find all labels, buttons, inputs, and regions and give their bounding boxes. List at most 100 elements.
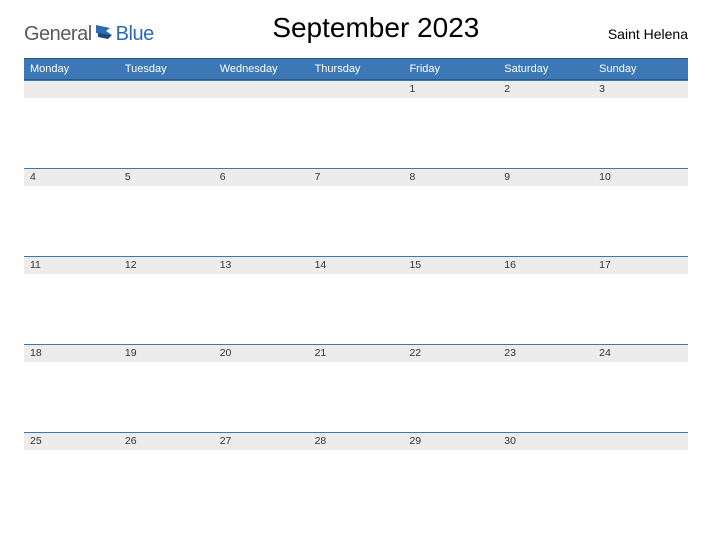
- day-body: [403, 186, 498, 256]
- day-body: [214, 186, 309, 256]
- day-body: [593, 98, 688, 168]
- day-cell: 26: [119, 432, 214, 520]
- day-number: 4: [24, 168, 119, 186]
- day-body: [403, 362, 498, 432]
- day-number: [214, 80, 309, 98]
- day-cell: [309, 80, 404, 168]
- day-body: [498, 274, 593, 344]
- day-number: 15: [403, 256, 498, 274]
- day-number: 30: [498, 432, 593, 450]
- page-title: September 2023: [154, 12, 598, 46]
- day-cell: 29: [403, 432, 498, 520]
- day-body: [498, 98, 593, 168]
- day-cell: 25: [24, 432, 119, 520]
- logo-text-general: General: [24, 23, 92, 46]
- day-number: 28: [309, 432, 404, 450]
- week-row: 25 26 27 28 29 30: [24, 432, 688, 520]
- day-body: [309, 450, 404, 520]
- day-cell: 3: [593, 80, 688, 168]
- day-number: 25: [24, 432, 119, 450]
- day-body: [498, 450, 593, 520]
- day-cell: 16: [498, 256, 593, 344]
- day-body: [214, 362, 309, 432]
- weekday-header: Monday: [24, 59, 119, 79]
- weekday-header: Saturday: [498, 59, 593, 79]
- day-number: 20: [214, 344, 309, 362]
- day-number: 3: [593, 80, 688, 98]
- day-body: [24, 362, 119, 432]
- day-body: [119, 98, 214, 168]
- day-cell: 13: [214, 256, 309, 344]
- header: General Blue September 2023 Saint Helena: [24, 12, 688, 46]
- day-body: [309, 98, 404, 168]
- day-cell: [119, 80, 214, 168]
- day-number: 13: [214, 256, 309, 274]
- day-number: 2: [498, 80, 593, 98]
- day-cell: 22: [403, 344, 498, 432]
- day-number: 16: [498, 256, 593, 274]
- day-number: 12: [119, 256, 214, 274]
- day-number: [119, 80, 214, 98]
- day-number: [593, 432, 688, 450]
- day-cell: 28: [309, 432, 404, 520]
- day-cell: 20: [214, 344, 309, 432]
- day-number: 22: [403, 344, 498, 362]
- day-cell: 1: [403, 80, 498, 168]
- day-cell: 21: [309, 344, 404, 432]
- day-number: 1: [403, 80, 498, 98]
- weekday-header: Sunday: [593, 59, 688, 79]
- day-body: [403, 450, 498, 520]
- day-number: 11: [24, 256, 119, 274]
- day-cell: 19: [119, 344, 214, 432]
- day-cell: 10: [593, 168, 688, 256]
- day-cell: [24, 80, 119, 168]
- day-cell: 7: [309, 168, 404, 256]
- day-body: [593, 186, 688, 256]
- weekday-header: Tuesday: [119, 59, 214, 79]
- day-cell: [214, 80, 309, 168]
- day-number: 7: [309, 168, 404, 186]
- calendar-grid: Monday Tuesday Wednesday Thursday Friday…: [24, 58, 688, 520]
- day-cell: 23: [498, 344, 593, 432]
- flag-icon: [96, 25, 114, 44]
- day-body: [24, 274, 119, 344]
- day-cell: 14: [309, 256, 404, 344]
- day-cell: 30: [498, 432, 593, 520]
- day-cell: 4: [24, 168, 119, 256]
- calendar-document: General Blue September 2023 Saint Helena…: [0, 0, 712, 540]
- day-body: [24, 186, 119, 256]
- day-body: [498, 186, 593, 256]
- day-number: 24: [593, 344, 688, 362]
- week-row: 18 19 20 21 22 23 24: [24, 344, 688, 432]
- day-cell: 17: [593, 256, 688, 344]
- day-body: [403, 98, 498, 168]
- day-body: [119, 362, 214, 432]
- day-body: [119, 450, 214, 520]
- day-cell: 9: [498, 168, 593, 256]
- day-body: [498, 362, 593, 432]
- day-number: 9: [498, 168, 593, 186]
- day-cell: 24: [593, 344, 688, 432]
- day-body: [309, 362, 404, 432]
- week-row: 4 5 6 7 8 9 10: [24, 168, 688, 256]
- day-cell: 12: [119, 256, 214, 344]
- weekday-header: Friday: [403, 59, 498, 79]
- day-cell: 11: [24, 256, 119, 344]
- day-number: 18: [24, 344, 119, 362]
- day-cell: 27: [214, 432, 309, 520]
- day-body: [309, 274, 404, 344]
- day-cell: 15: [403, 256, 498, 344]
- day-body: [119, 274, 214, 344]
- day-number: 17: [593, 256, 688, 274]
- region-label: Saint Helena: [598, 26, 688, 46]
- day-cell: 2: [498, 80, 593, 168]
- day-number: 23: [498, 344, 593, 362]
- day-number: 10: [593, 168, 688, 186]
- day-body: [24, 450, 119, 520]
- day-body: [403, 274, 498, 344]
- weekday-header: Thursday: [309, 59, 404, 79]
- day-cell: 8: [403, 168, 498, 256]
- day-cell: 18: [24, 344, 119, 432]
- day-number: [309, 80, 404, 98]
- week-row: 1 2 3: [24, 80, 688, 168]
